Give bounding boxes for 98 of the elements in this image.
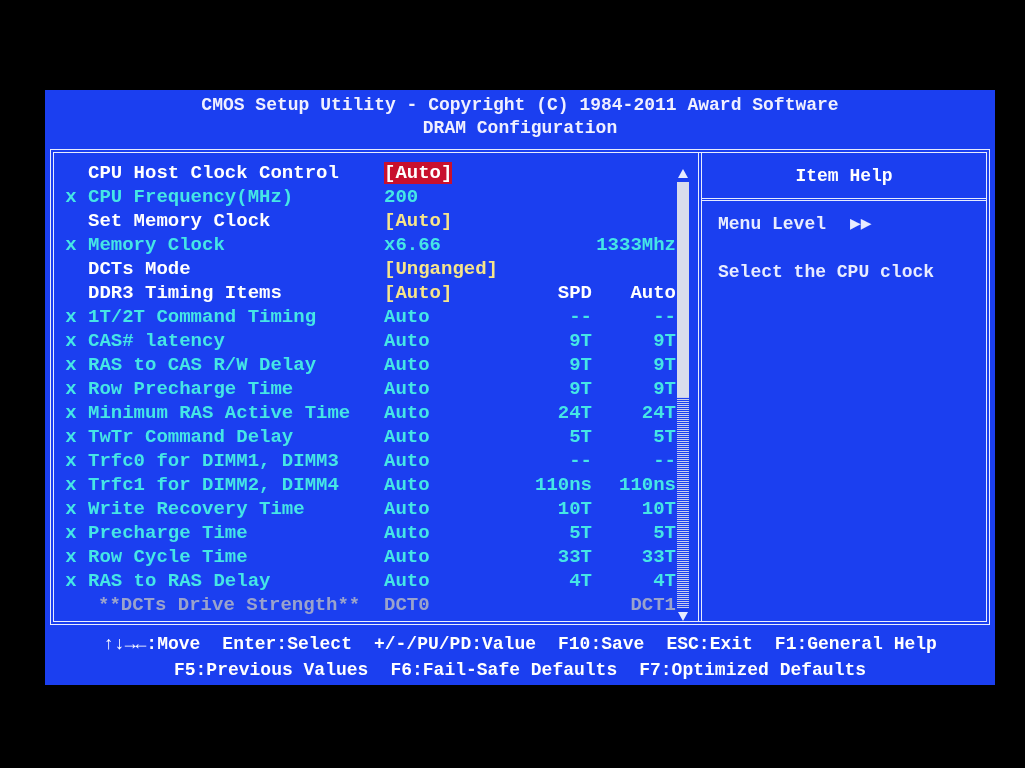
setting-value: Auto xyxy=(384,378,430,400)
setting-label: DCTs Mode xyxy=(88,257,192,281)
auto-value: 9T xyxy=(652,329,676,353)
menu-level-label: Menu Level xyxy=(718,213,827,236)
disabled-mark: x xyxy=(64,569,78,593)
setting-label: RAS to CAS R/W Delay xyxy=(88,353,318,377)
disabled-mark: x xyxy=(64,305,78,329)
setting-value: 200 xyxy=(384,186,419,208)
auto-value: 4T xyxy=(652,569,676,593)
spd-value: -- xyxy=(568,449,592,473)
key-hint: ESC:Exit xyxy=(666,633,753,656)
key-hint: +/-/PU/PD:Value xyxy=(373,633,536,656)
setting-value: Auto xyxy=(384,450,430,472)
key-hint: F10:Save xyxy=(558,633,645,656)
setting-label: RAS to RAS Delay xyxy=(88,569,272,593)
auto-value: 9T xyxy=(652,353,676,377)
spd-value: 9T xyxy=(568,353,592,377)
setting-label: Minimum RAS Active Time xyxy=(88,401,352,425)
spd-value: 5T xyxy=(568,521,592,545)
window-title: CMOS Setup Utility - Copyright (C) 1984-2011 Award Software xyxy=(200,94,840,117)
spd-value: 9T xyxy=(568,329,592,353)
auto-value: -- xyxy=(652,305,676,329)
auto-value: 24T xyxy=(640,401,676,425)
setting-value: Auto xyxy=(384,522,430,544)
setting-value: DCT0 xyxy=(384,594,430,616)
auto-value: -- xyxy=(652,449,676,473)
setting-value: Auto xyxy=(384,402,430,424)
setting-label: CPU Frequency(MHz) xyxy=(88,185,295,209)
spd-value: 10T xyxy=(556,497,592,521)
disabled-mark: x xyxy=(64,545,78,569)
setting-label: Row Precharge Time xyxy=(88,377,295,401)
disabled-mark: x xyxy=(64,473,78,497)
disabled-mark: x xyxy=(64,425,78,449)
disabled-mark: x xyxy=(64,185,78,209)
setting-label: CPU Host Clock Control xyxy=(88,161,340,185)
disabled-mark: x xyxy=(64,449,78,473)
auto-value: 110ns xyxy=(618,473,676,497)
setting-value: Auto xyxy=(384,474,430,496)
setting-label: 1T/2T Command Timing xyxy=(88,305,318,329)
scroll-up-icon[interactable] xyxy=(678,169,688,178)
setting-label: Row Cycle Time xyxy=(88,545,249,569)
help-text: Select the CPU clock xyxy=(718,261,936,284)
setting-value: Auto xyxy=(384,570,430,592)
auto-value: 1333Mhz xyxy=(595,233,676,257)
setting-label: Trfc1 for DIMM2, DIMM4 xyxy=(88,473,340,497)
setting-value: Auto xyxy=(384,426,430,448)
auto-value: DCT1 xyxy=(629,593,676,617)
spd-value: -- xyxy=(568,305,592,329)
setting-label: Precharge Time xyxy=(88,521,249,545)
setting-value[interactable]: [Auto] xyxy=(384,210,453,232)
key-hint: F1:General Help xyxy=(774,633,937,656)
setting-label: Trfc0 for DIMM1, DIMM3 xyxy=(88,449,340,473)
setting-label: Memory Clock xyxy=(88,233,226,257)
menu-level-icon: ▶▶ xyxy=(850,209,872,257)
setting-label: CAS# latency xyxy=(88,329,226,353)
setting-label: Set Memory Clock xyxy=(88,209,272,233)
disabled-mark: x xyxy=(64,329,78,353)
scroll-bar[interactable] xyxy=(676,169,690,621)
key-hint: ↑↓→←:Move xyxy=(103,633,201,656)
spd-value: 110ns xyxy=(534,473,592,497)
auto-value: 33T xyxy=(640,545,676,569)
auto-value: 5T xyxy=(652,521,676,545)
setting-value: Auto xyxy=(384,546,430,568)
auto-value: 5T xyxy=(652,425,676,449)
disabled-mark: x xyxy=(64,521,78,545)
key-hint: F7:Optimized Defaults xyxy=(639,659,867,682)
spd-value: 4T xyxy=(568,569,592,593)
setting-value: Auto xyxy=(384,306,430,328)
setting-value[interactable]: [Auto] xyxy=(384,162,453,184)
auto-value: 9T xyxy=(652,377,676,401)
auto-value: Auto xyxy=(629,281,676,305)
disabled-mark: x xyxy=(64,497,78,521)
setting-value: Auto xyxy=(384,354,430,376)
setting-label: Write Recovery Time xyxy=(88,497,306,521)
spd-value: SPD xyxy=(556,281,592,305)
setting-value[interactable]: [Unganged] xyxy=(384,258,499,280)
spd-value: 24T xyxy=(556,401,592,425)
disabled-mark: x xyxy=(64,377,78,401)
setting-value: Auto xyxy=(384,498,430,520)
help-title: Item Help xyxy=(702,153,986,201)
disabled-mark: x xyxy=(64,233,78,257)
disabled-mark: x xyxy=(64,353,78,377)
page-title: DRAM Configuration xyxy=(421,117,619,140)
spd-value: 9T xyxy=(568,377,592,401)
scroll-down-icon[interactable] xyxy=(678,612,688,621)
setting-value: x6.66 xyxy=(384,234,441,256)
key-hint: F5:Previous Values xyxy=(173,659,369,682)
disabled-mark: x xyxy=(64,401,78,425)
setting-label: TwTr Command Delay xyxy=(88,425,295,449)
key-hint: F6:Fail-Safe Defaults xyxy=(390,659,618,682)
setting-label: DDR3 Timing Items xyxy=(88,281,283,305)
section-label: **DCTs Drive Strength** xyxy=(97,593,362,617)
spd-value: 5T xyxy=(568,425,592,449)
auto-value: 10T xyxy=(640,497,676,521)
setting-value[interactable]: [Auto] xyxy=(384,282,453,304)
setting-value: Auto xyxy=(384,330,430,352)
spd-value: 33T xyxy=(556,545,592,569)
key-hint: Enter:Select xyxy=(222,633,352,656)
